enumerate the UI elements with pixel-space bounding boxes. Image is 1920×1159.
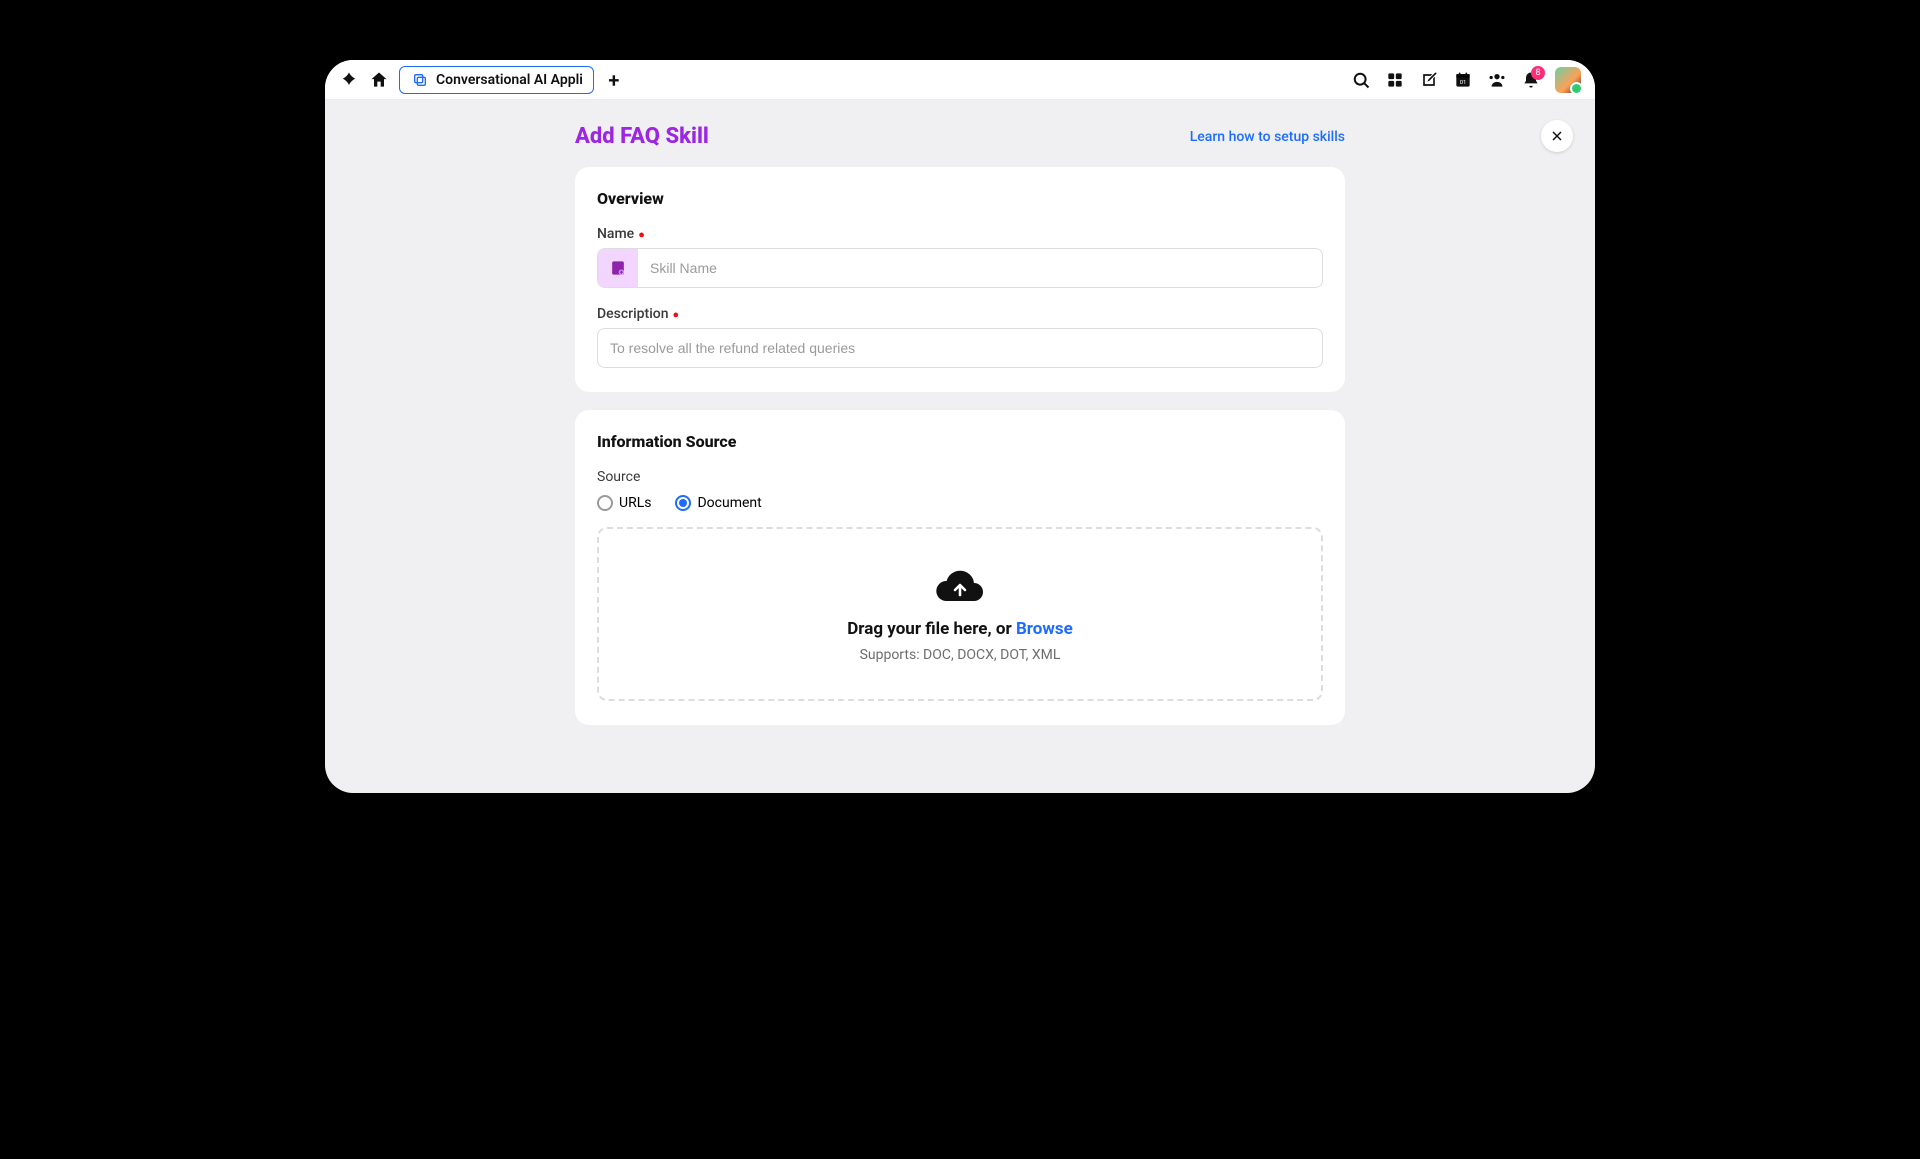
name-input[interactable] — [638, 249, 1322, 287]
topbar-right: 01 8 — [1351, 67, 1581, 93]
name-label: Name ● — [597, 226, 1323, 242]
page-body: Add FAQ Skill Learn how to setup skills … — [325, 100, 1595, 793]
add-tab-button[interactable]: + — [604, 70, 624, 90]
help-link[interactable]: Learn how to setup skills — [1190, 129, 1345, 145]
source-radio-document[interactable]: Document — [675, 495, 761, 511]
heading-row: Add FAQ Skill Learn how to setup skills — [575, 124, 1345, 149]
file-dropzone[interactable]: Drag your file here, or Browse Supports:… — [597, 527, 1323, 701]
copy-icon — [410, 70, 430, 90]
radio-label-document: Document — [697, 495, 761, 511]
active-tab-label: Conversational AI Appli — [436, 72, 583, 88]
skill-avatar-icon[interactable] — [598, 249, 638, 287]
name-field-wrap — [597, 248, 1323, 288]
browse-link[interactable]: Browse — [1016, 619, 1073, 639]
users-icon[interactable] — [1487, 70, 1507, 90]
notifications-icon[interactable]: 8 — [1521, 70, 1541, 90]
overview-card: Overview Name ● Description ● — [575, 167, 1345, 392]
compose-icon[interactable] — [1419, 70, 1439, 90]
source-radio-group: URLs Document — [597, 495, 1323, 511]
apps-grid-icon[interactable] — [1385, 70, 1405, 90]
description-label-text: Description — [597, 306, 669, 322]
name-label-text: Name — [597, 226, 634, 242]
form-wrap: Add FAQ Skill Learn how to setup skills … — [575, 124, 1345, 725]
close-button[interactable] — [1541, 120, 1573, 152]
app-window: Conversational AI Appli + 01 8 — [325, 60, 1595, 793]
calendar-icon[interactable]: 01 — [1453, 70, 1473, 90]
info-source-section-title: Information Source — [597, 432, 1323, 451]
dropzone-text: Drag your file here, or — [847, 619, 1016, 639]
info-source-card: Information Source Source URLs Document — [575, 410, 1345, 725]
brand-logo-icon — [339, 70, 359, 90]
avatar[interactable] — [1555, 67, 1581, 93]
radio-label-urls: URLs — [619, 495, 651, 511]
topbar-left: Conversational AI Appli + — [339, 66, 624, 94]
dropzone-title: Drag your file here, or Browse — [609, 619, 1311, 639]
topbar: Conversational AI Appli + 01 8 — [325, 60, 1595, 100]
svg-text:01: 01 — [1460, 80, 1467, 86]
radio-icon — [675, 495, 691, 511]
dropzone-supports: Supports: DOC, DOCX, DOT, XML — [609, 647, 1311, 663]
notification-badge: 8 — [1531, 66, 1545, 80]
page-title: Add FAQ Skill — [575, 124, 709, 149]
source-radio-urls[interactable]: URLs — [597, 495, 651, 511]
source-label: Source — [597, 469, 1323, 485]
required-indicator: ● — [673, 309, 680, 325]
overview-section-title: Overview — [597, 189, 1323, 208]
active-tab[interactable]: Conversational AI Appli — [399, 66, 594, 94]
home-icon[interactable] — [369, 70, 389, 90]
cloud-upload-icon — [936, 569, 984, 603]
description-input[interactable] — [597, 328, 1323, 368]
radio-icon — [597, 495, 613, 511]
required-indicator: ● — [638, 229, 645, 245]
search-icon[interactable] — [1351, 70, 1371, 90]
description-label: Description ● — [597, 306, 1323, 322]
